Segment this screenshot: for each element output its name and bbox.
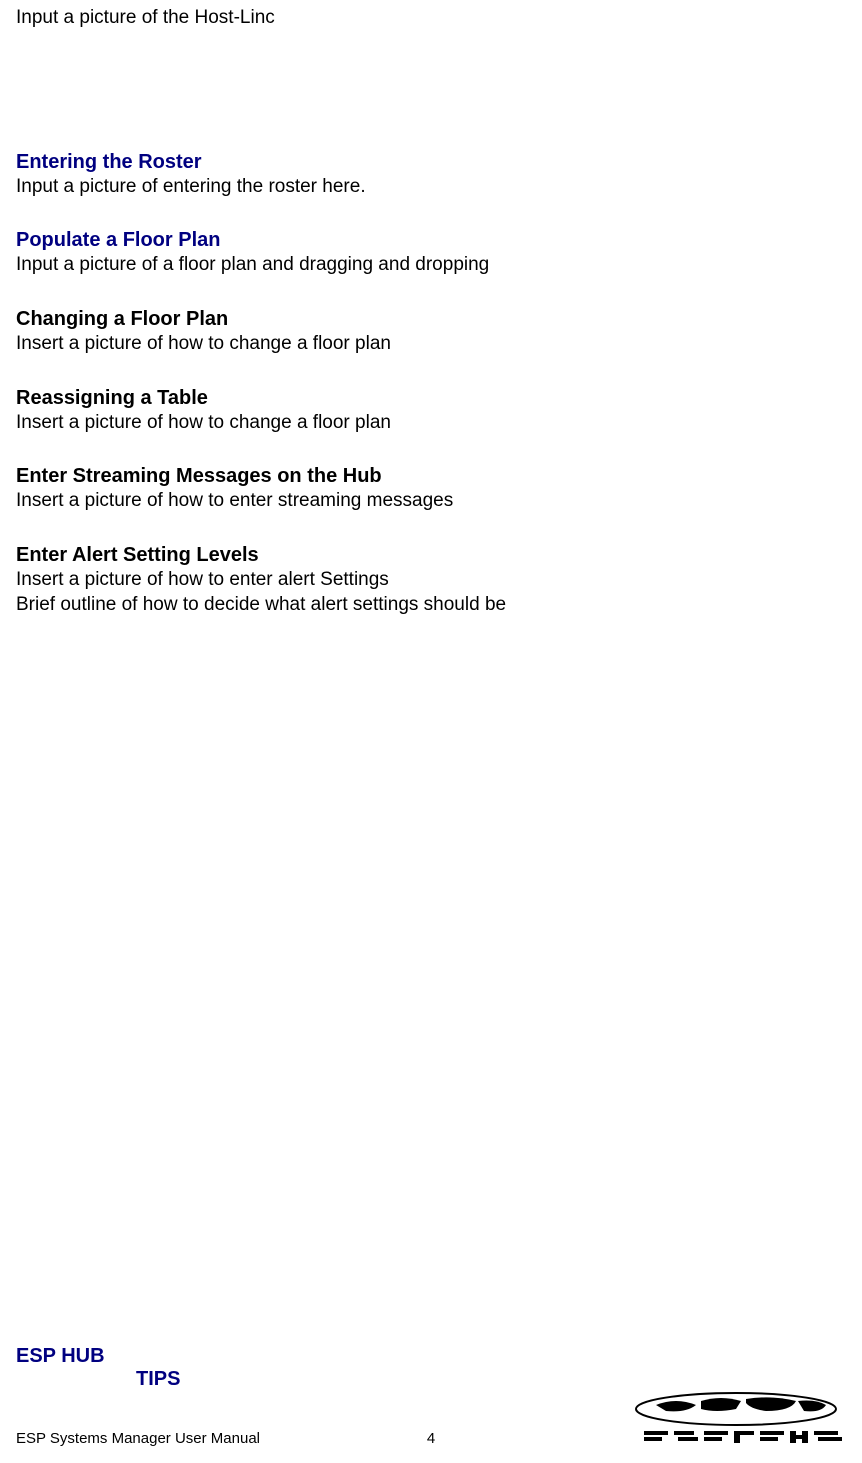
section-entering-roster: Entering the Roster Input a picture of e… [16, 149, 846, 200]
top-instruction-text: Input a picture of the Host-Linc [16, 6, 846, 31]
footer-logo [626, 1391, 846, 1447]
body-entering-roster: Input a picture of entering the roster h… [16, 175, 846, 200]
section-populate-floor-plan: Populate a Floor Plan Input a picture of… [16, 227, 846, 278]
esp-systems-logo-icon [626, 1391, 846, 1447]
bottom-headings: ESP HUB TIPS [16, 1345, 180, 1391]
section-alert-settings: Enter Alert Setting Levels Insert a pict… [16, 542, 846, 617]
heading-esp-hub: ESP HUB [16, 1345, 180, 1368]
heading-changing-floor-plan: Changing a Floor Plan [16, 306, 846, 332]
footer-title: ESP Systems Manager User Manual [16, 1430, 260, 1447]
section-reassigning-table: Reassigning a Table Insert a picture of … [16, 385, 846, 436]
heading-alert-settings: Enter Alert Setting Levels [16, 542, 846, 568]
content-area: Entering the Roster Input a picture of e… [16, 149, 846, 618]
section-changing-floor-plan: Changing a Floor Plan Insert a picture o… [16, 306, 846, 357]
heading-populate-floor-plan: Populate a Floor Plan [16, 227, 846, 253]
heading-streaming-messages: Enter Streaming Messages on the Hub [16, 463, 846, 489]
body-streaming-messages: Insert a picture of how to enter streami… [16, 489, 846, 514]
footer-page-number: 4 [427, 1430, 435, 1447]
body-alert-settings-1: Insert a picture of how to enter alert S… [16, 568, 846, 593]
body-alert-settings-2: Brief outline of how to decide what aler… [16, 593, 846, 618]
heading-reassigning-table: Reassigning a Table [16, 385, 846, 411]
body-reassigning-table: Insert a picture of how to change a floo… [16, 411, 846, 436]
heading-entering-roster: Entering the Roster [16, 149, 846, 175]
heading-tips: TIPS [136, 1368, 180, 1391]
body-populate-floor-plan: Input a picture of a floor plan and drag… [16, 253, 846, 278]
body-changing-floor-plan: Insert a picture of how to change a floo… [16, 332, 846, 357]
page-footer: ESP Systems Manager User Manual 4 [16, 1391, 846, 1447]
section-streaming-messages: Enter Streaming Messages on the Hub Inse… [16, 463, 846, 514]
